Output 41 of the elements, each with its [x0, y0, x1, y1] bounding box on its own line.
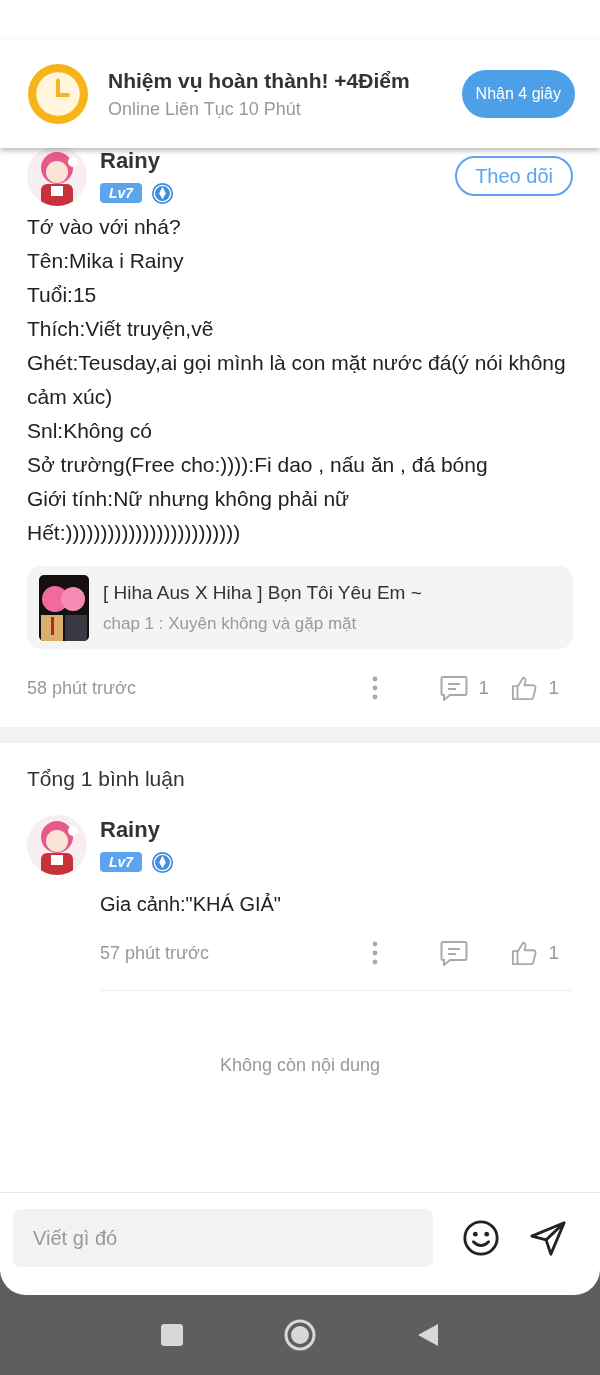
pen-badge-icon: [151, 181, 175, 205]
post-time: 58 phút trước: [27, 677, 137, 699]
more-icon[interactable]: [372, 941, 379, 965]
more-icon[interactable]: [372, 676, 379, 700]
thumbs-up-icon[interactable]: [510, 940, 539, 966]
recents-nav-icon[interactable]: [160, 1323, 184, 1347]
level-badge: Lv7: [100, 852, 143, 872]
comment-time: 57 phút trước: [100, 942, 210, 964]
author-name[interactable]: Rainy: [100, 816, 573, 843]
post-text-line: Ghét:Teusday,ai gọi mình là con mặt nước đá(ý nói không cảm xúc): [27, 350, 567, 410]
story-title: [ Hiha Aus X Hiha ] Bọn Tôi Yêu Em ~: [103, 581, 422, 604]
comments-total: Tổng 1 bình luận: [27, 767, 186, 791]
comment-icon[interactable]: [440, 940, 469, 966]
story-chapter: chap 1 : Xuyên không và gặp mặt: [103, 613, 358, 634]
comment-input[interactable]: Viết gì đó: [13, 1209, 433, 1267]
smiley-icon[interactable]: [462, 1219, 500, 1257]
banner-title: Nhiệm vụ hoàn thành! +4Điểm: [108, 68, 411, 93]
comment-icon[interactable]: [440, 675, 469, 701]
author-name[interactable]: Rainy: [100, 147, 456, 174]
like-count: 1: [548, 677, 559, 699]
story-card[interactable]: [ Hiha Aus X Hiha ] Bọn Tôi Yêu Em ~ chap 1 : Xuyên không và gặp mặt: [27, 566, 573, 649]
end-of-content-text: Không còn nội dung: [219, 1055, 381, 1076]
post-text-line: Tên:Mika i Rainy: [27, 248, 185, 274]
post-text-line: Hết:))))))))))))))))))))))))): [27, 520, 242, 546]
banner-subtitle: Online Liên Tục 10 Phút: [108, 98, 302, 120]
comment-text: Gia cảnh:"KHÁ GIẢ": [100, 893, 282, 916]
post-text-line: Snl:Không có: [27, 418, 153, 444]
post-text-line: Sở trường(Free cho:)))):Fi dao , nấu ăn , đá bóng: [27, 452, 489, 478]
back-nav-icon[interactable]: [416, 1323, 440, 1347]
home-nav-icon[interactable]: [284, 1319, 316, 1351]
send-icon[interactable]: [529, 1219, 567, 1257]
post-text-line: Thích:Viết truyện,vẽ: [27, 316, 215, 342]
thumbs-up-icon[interactable]: [510, 675, 539, 701]
pen-badge-icon: [151, 850, 175, 874]
post-text-line: Giới tính:Nữ nhưng không phải nữ: [27, 486, 351, 512]
post-text-line: Tớ vào với nhá?: [27, 214, 182, 240]
comment-count: 1: [478, 677, 489, 699]
clock-icon: [27, 63, 89, 125]
level-badge: Lv7: [100, 183, 143, 203]
like-count: 1: [548, 942, 559, 964]
post-text-line: Tuổi:15: [27, 282, 98, 308]
